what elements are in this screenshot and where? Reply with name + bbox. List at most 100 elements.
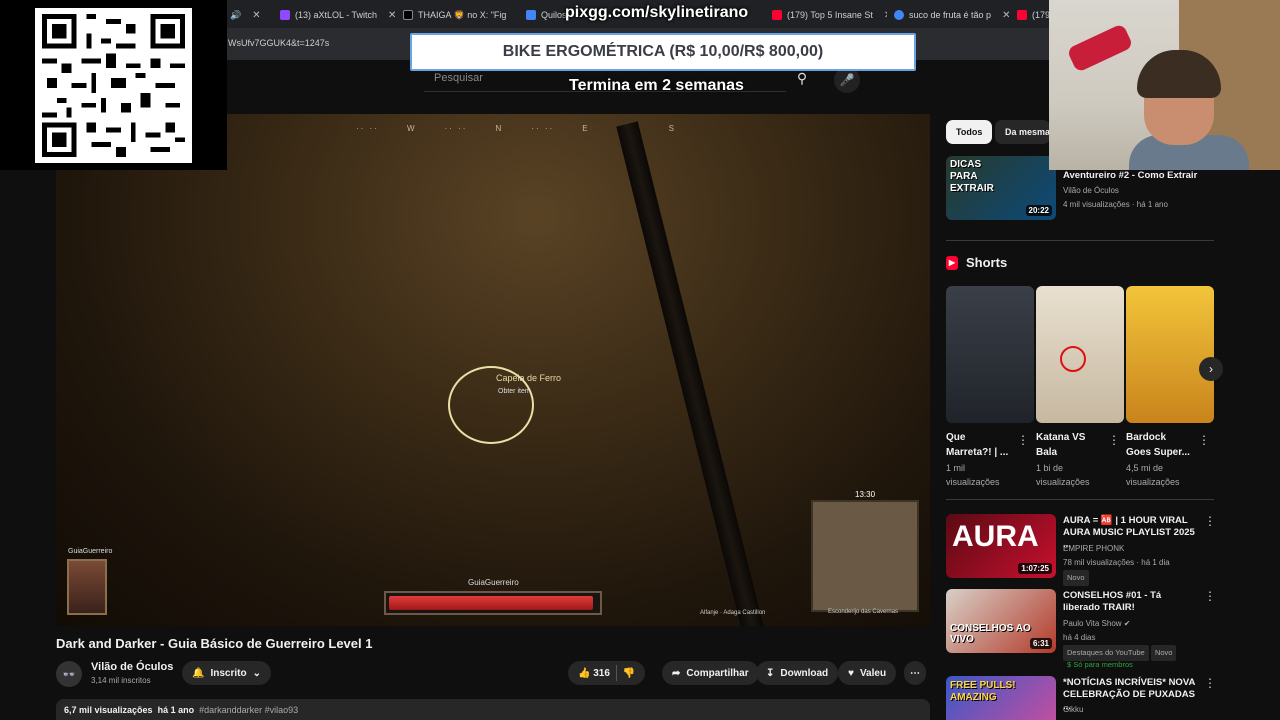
video-channel[interactable]: Vilão de Óculos (1063, 184, 1119, 198)
more-vert-icon[interactable]: ⋮ (1108, 433, 1120, 447)
tab-quilos[interactable]: Quilos (526, 6, 566, 24)
tab-label: (179) (1032, 10, 1049, 20)
download-icon: ↧ (766, 667, 775, 679)
more-actions-button[interactable]: ⋯ (904, 661, 926, 685)
goal-subtitle: Termina em 2 semanas (569, 77, 744, 94)
thumbnail-text: FREE PULLS! AMAZING (950, 680, 1016, 703)
tab-x[interactable]: THAIGA 🦁 no X: "Fig ✕ (403, 6, 518, 24)
video-meta: 78 mil visualizações · há 1 dia (1063, 558, 1170, 567)
video-thumbnail[interactable]: FREE PULLS! AMAZING (946, 676, 1056, 720)
dislike-icon[interactable]: 👎 (623, 668, 635, 679)
thumbnail-text: CONSELHOS AO VIVO (950, 623, 1031, 645)
highlight-circle (1060, 346, 1086, 372)
speaker-icon: 🔊 (230, 9, 242, 20)
more-vert-icon[interactable]: ⋮ (1204, 589, 1216, 603)
tab-label: Quilos (541, 10, 566, 20)
video-channel[interactable]: EMPIRE PHONK (1063, 542, 1124, 556)
section-divider (946, 240, 1214, 241)
url-text[interactable]: WsUfv7GGUK4&t=1247s (228, 38, 329, 48)
video-title[interactable]: Aventureiro #2 - Como Extrair (1063, 170, 1198, 182)
sword-blade (616, 121, 764, 626)
qr-code-graphic (42, 14, 185, 157)
subscribe-button[interactable]: 🔔 Inscrito ⌄ (182, 661, 271, 685)
hashtags[interactable]: #darkanddarker #vilao93 (199, 705, 298, 715)
video-duration: 1:07:25 (1018, 563, 1052, 574)
tab-label: suco de fruta é tão p (909, 10, 992, 20)
microphone (1066, 23, 1134, 73)
chip-all[interactable]: Todos (946, 120, 993, 144)
channel-name[interactable]: Vilão de Óculos (91, 661, 173, 673)
short-title[interactable]: Bardock Goes Super... (1126, 430, 1192, 460)
short-thumbnail[interactable] (1036, 286, 1124, 423)
divider (615, 665, 617, 681)
bell-icon: 🔔 (192, 667, 205, 679)
share-button[interactable]: ➦ Compartilhar (662, 661, 759, 685)
chip-same-series[interactable]: Da mesma série (995, 120, 1050, 144)
video-title[interactable]: CONSELHOS #01 - Tá liberado TRAIR! (1063, 590, 1198, 614)
video-thumbnail[interactable]: DICAS PARA EXTRAIR 20:22 (946, 156, 1056, 220)
close-icon[interactable]: ✕ (1002, 10, 1009, 21)
health-bar (384, 591, 602, 615)
shorts-title: Shorts (966, 255, 1008, 270)
download-label: Download (780, 667, 829, 679)
short-thumbnail[interactable] (1126, 286, 1214, 423)
twitch-icon (280, 10, 290, 20)
player-name: GuiaGuerreiro (68, 548, 113, 555)
chevron-right-icon[interactable]: › (1199, 357, 1223, 381)
more-icon: ⋯ (910, 667, 920, 679)
minimap (811, 500, 919, 612)
close-icon[interactable]: ✕ (517, 10, 518, 21)
search-icon[interactable]: ⚲ (790, 70, 814, 90)
hud-name: GuiaGuerreiro (468, 578, 519, 587)
pix-url: pixgg.com/skylinetirano (565, 4, 749, 21)
webcam-overlay (1049, 0, 1280, 170)
tab-label: THAIGA 🦁 no X: "Fig (418, 9, 507, 20)
compass-e: E (582, 124, 590, 133)
video-title: Dark and Darker - Guia Básico de Guerrei… (56, 636, 373, 651)
close-icon[interactable]: ✕ (252, 10, 260, 21)
members-only-badge: $ Só para membros (1067, 660, 1133, 669)
more-vert-icon[interactable]: ⋮ (1198, 433, 1210, 447)
x-icon (403, 10, 413, 20)
like-button[interactable]: 👍 316 (578, 668, 610, 679)
loot-label: Capela de Ferro (496, 373, 562, 383)
close-icon[interactable]: ✕ (884, 10, 887, 21)
minimap-label: Esconderijo das Cavernas (828, 609, 899, 615)
tab-youtube-top5[interactable]: (179) Top 5 Insane St ✕ (772, 6, 887, 24)
short-thumbnail[interactable] (946, 286, 1034, 423)
video-player[interactable]: ·· ··W·· ··N·· ··E·· ··S Capela de Ferro… (56, 114, 930, 626)
thanks-label: Valeu (859, 667, 887, 679)
channel-avatar[interactable]: 👓 (56, 661, 82, 687)
health-bar-fill (389, 596, 593, 610)
youtube-icon (1017, 10, 1027, 20)
close-icon[interactable]: ✕ (388, 10, 395, 21)
tab-youtube[interactable]: (179) (1017, 6, 1049, 24)
short-title[interactable]: Que Marreta?! | ... (946, 430, 1012, 460)
video-meta: 4 mil visualizações · há 1 ano (1063, 200, 1168, 209)
more-vert-icon[interactable]: ⋮ (1204, 514, 1216, 528)
video-thumbnail[interactable]: CONSELHOS AO VIVO 6:31 (946, 589, 1056, 653)
thanks-icon: ♥ (848, 667, 854, 679)
loot-action: Obter item (498, 388, 531, 395)
compass-n: N (495, 124, 504, 133)
description-box[interactable]: 6,7 mil visualizações há 1 ano #darkandd… (56, 699, 930, 720)
short-views: 1 bi de visualizações (1036, 463, 1090, 487)
download-button[interactable]: ↧ Download (756, 661, 839, 685)
video-channel[interactable]: Gikku (1063, 703, 1083, 717)
section-divider (946, 499, 1214, 500)
share-label: Compartilhar (686, 667, 749, 679)
thanks-button[interactable]: ♥ Valeu (838, 661, 897, 685)
tab-audio[interactable]: 🔊 ✕ (230, 6, 270, 24)
more-vert-icon[interactable]: ⋮ (1204, 676, 1216, 690)
video-thumbnail[interactable]: AURA 1:07:25 (946, 514, 1056, 578)
view-count: 6,7 mil visualizações (64, 705, 153, 715)
tab-google[interactable]: suco de fruta é tão p ✕ (894, 6, 1009, 24)
short-title[interactable]: Katana VS Bala (1036, 430, 1102, 460)
more-vert-icon[interactable]: ⋮ (1017, 433, 1029, 447)
compass-s: S (668, 124, 676, 133)
tab-twitch[interactable]: (13) aXtLOL - Twitch ✕ (280, 6, 395, 24)
video-duration: 20:22 (1025, 205, 1052, 216)
like-count: 316 (593, 667, 610, 679)
video-channel[interactable]: Paulo Vita Show ✔ (1063, 617, 1130, 631)
subscriber-count: 3,14 mil inscritos (91, 676, 151, 685)
